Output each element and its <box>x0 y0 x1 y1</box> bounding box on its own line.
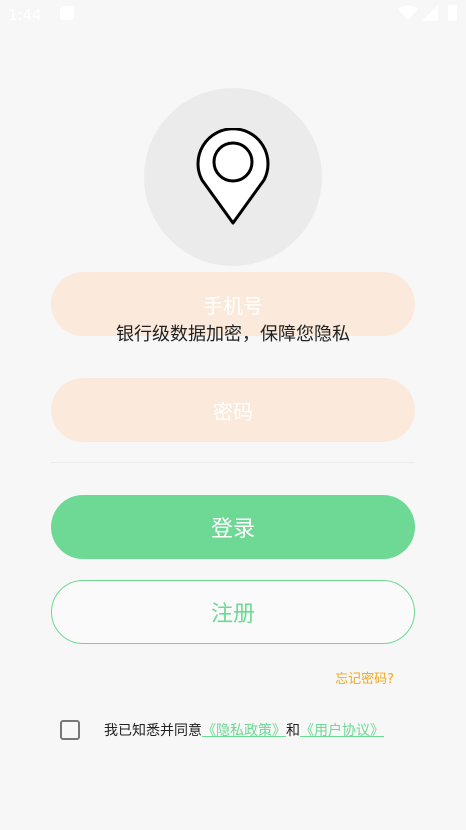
agreement-prefix: 我已知悉并同意 <box>104 723 202 739</box>
location-pin-icon <box>196 128 270 225</box>
status-time: 1:44 <box>8 6 42 24</box>
phone-placeholder: 手机号 <box>203 293 263 318</box>
divider <box>51 462 415 463</box>
forgot-password-link[interactable]: 忘记密码? <box>335 668 394 687</box>
app-logo <box>144 88 322 266</box>
agreement-checkbox[interactable] <box>60 720 80 740</box>
wifi-icon <box>398 5 418 20</box>
password-input[interactable]: 密码 <box>51 378 415 442</box>
user-agreement-link[interactable]: 《用户协议》 <box>300 720 384 740</box>
security-subtitle: 银行级数据加密，保障您隐私 <box>116 324 350 345</box>
agreement-row: 我已知悉并同意 《隐私政策》 和 《用户协议》 <box>60 718 384 742</box>
privacy-policy-link[interactable]: 《隐私政策》 <box>202 720 286 740</box>
battery-icon <box>448 5 457 21</box>
signal-icon <box>422 5 438 21</box>
register-button[interactable]: 注册 <box>51 580 415 644</box>
agreement-connector: 和 <box>286 723 300 739</box>
status-bar: 1:44 <box>0 0 466 32</box>
notification-icon <box>60 6 74 20</box>
login-button[interactable]: 登录 <box>51 495 415 559</box>
password-placeholder: 密码 <box>213 399 253 424</box>
